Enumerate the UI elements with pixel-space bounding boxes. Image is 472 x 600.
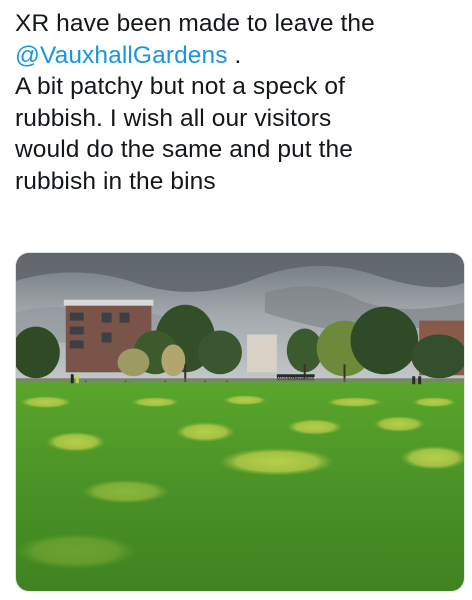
tweet-photo[interactable]: LAMBETH CITY CAMP — [15, 252, 465, 592]
tweet-line-5: would do the same and put the — [15, 136, 353, 164]
mention-trailing-text: . — [227, 41, 242, 69]
tweet-line-6: rubbish in the bins — [15, 167, 216, 195]
mention-link[interactable]: @VauxhallGardens — [15, 42, 228, 69]
park-photo-illustration: LAMBETH CITY CAMP — [16, 253, 464, 591]
tweet-line-1: XR have been made to leave the — [15, 10, 375, 37]
tweet-line-4: rubbish. I wish all our visitors — [15, 104, 332, 132]
tweet-line-3: A bit patchy but not a speck of — [15, 73, 345, 101]
distant-building — [246, 334, 277, 373]
tweet: XR have been made to leave the @Vauxhall… — [15, 8, 465, 198]
building-roof — [63, 299, 154, 306]
tweet-text: XR have been made to leave the @Vauxhall… — [15, 8, 465, 198]
